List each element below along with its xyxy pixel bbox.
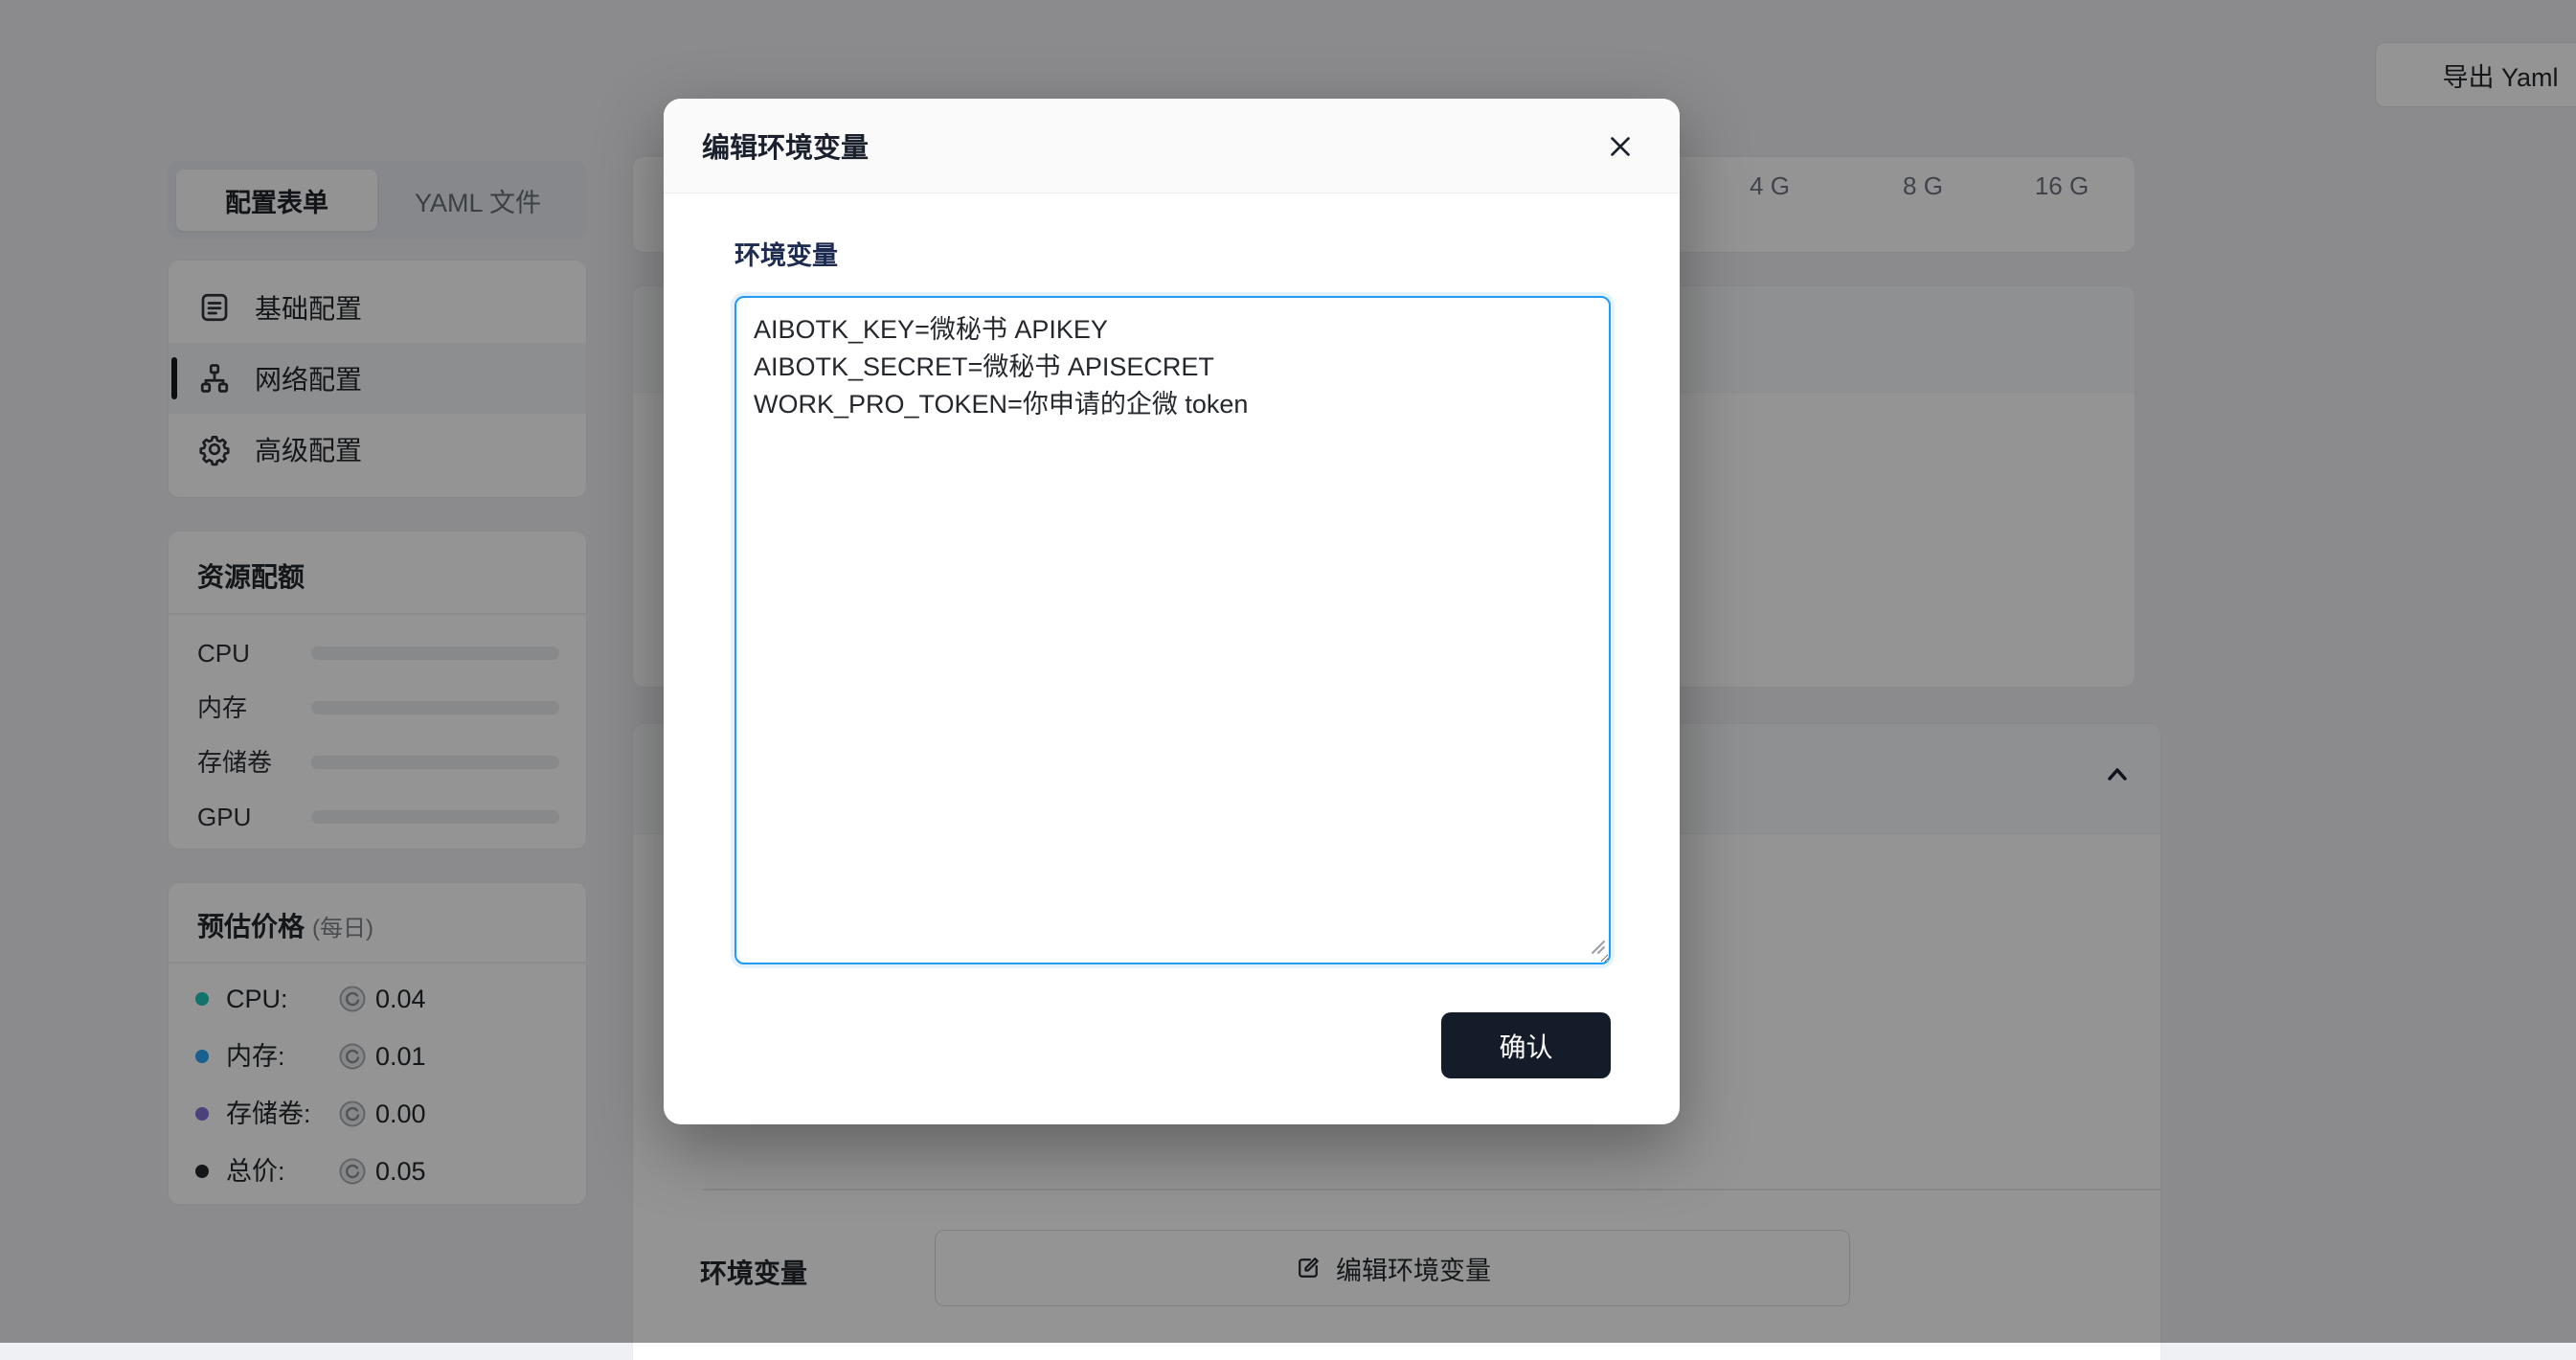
edit-env-modal: 编辑环境变量 环境变量 AIBOTK_KEY=微秘书 APIKEY AIBOTK… — [664, 99, 1680, 1124]
modal-title: 编辑环境变量 — [702, 125, 869, 166]
close-icon — [1602, 128, 1638, 165]
env-vars-textarea[interactable]: AIBOTK_KEY=微秘书 APIKEY AIBOTK_SECRET=微秘书 … — [734, 296, 1611, 964]
env-vars-field-label: 环境变量 — [734, 235, 838, 272]
env-vars-textarea-wrap: AIBOTK_KEY=微秘书 APIKEY AIBOTK_SECRET=微秘书 … — [734, 296, 1611, 964]
close-button[interactable] — [1599, 125, 1641, 168]
confirm-button[interactable]: 确认 — [1441, 1012, 1611, 1078]
modal-header: 编辑环境变量 — [664, 99, 1680, 193]
